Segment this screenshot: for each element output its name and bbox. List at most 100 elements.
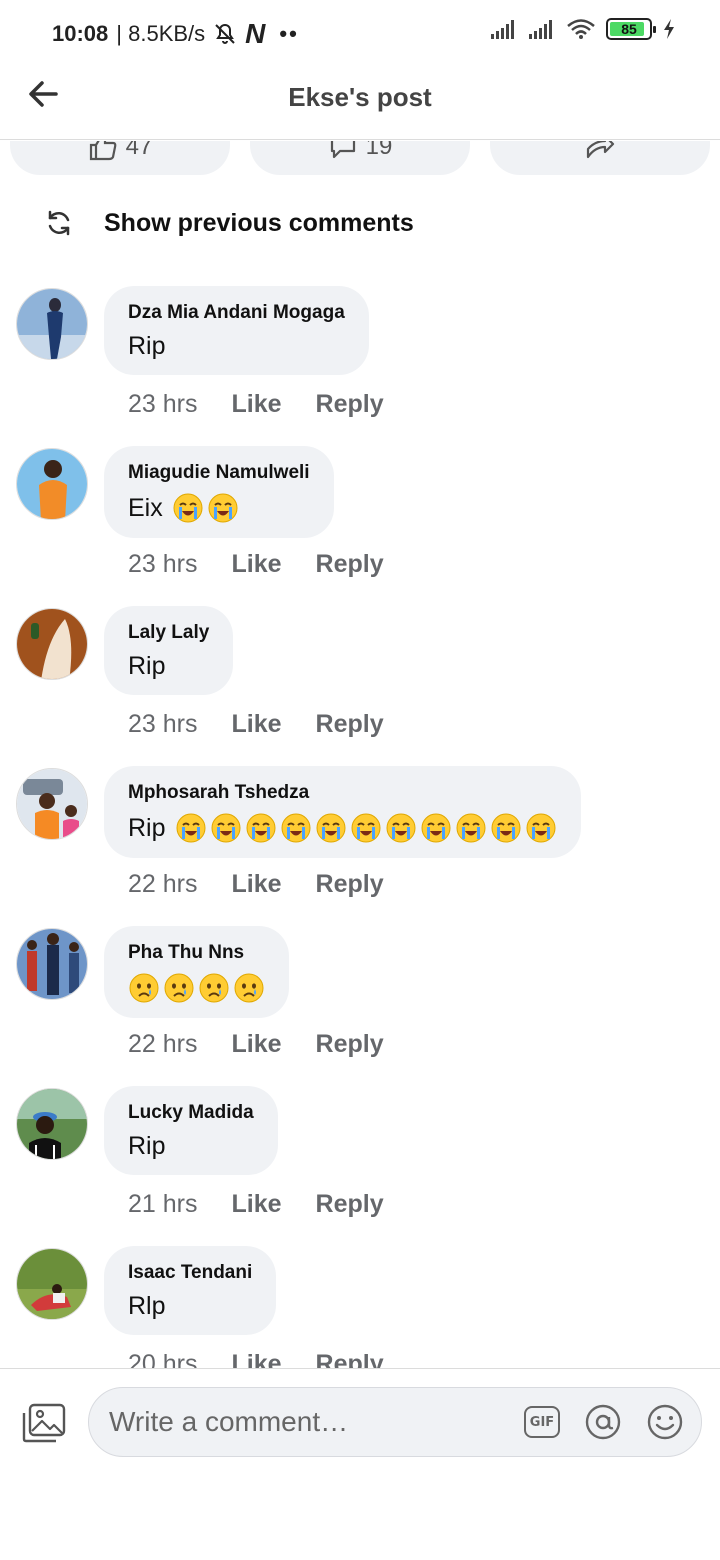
- emoji-group: [125, 972, 265, 1004]
- comment-meta: 23 hrs Like Reply: [128, 390, 384, 419]
- comment-bubble[interactable]: Pha Thu Nns: [104, 926, 289, 1018]
- comment-author[interactable]: Miagudie Namulweli: [128, 462, 310, 484]
- comment-time: 23 hrs: [128, 710, 198, 738]
- charging-icon: [664, 19, 674, 39]
- sad-face-emoji-icon: [164, 973, 194, 1003]
- crying-face-emoji-icon: [246, 813, 276, 843]
- reply-button[interactable]: Reply: [316, 1030, 384, 1059]
- comment-author[interactable]: Isaac Tendani: [128, 1262, 252, 1284]
- composer-icons: GIF: [524, 1403, 684, 1441]
- like-button[interactable]: Like: [231, 550, 281, 579]
- comment-author[interactable]: Mphosarah Tshedza: [128, 782, 557, 804]
- status-bar: 10:08 | 8.5KB/s N •• 85: [0, 0, 720, 64]
- status-right: 85: [490, 18, 676, 40]
- crying-face-emoji-icon: [526, 813, 556, 843]
- like-button[interactable]: Like: [231, 390, 281, 419]
- reply-button[interactable]: Reply: [316, 870, 384, 899]
- comment-time: 22 hrs: [128, 870, 198, 898]
- comment-bubble[interactable]: Mphosarah Tshedza Rip: [104, 766, 581, 858]
- reaction-bar: 47 19: [0, 141, 720, 177]
- comment-meta: 20 hrs Like Reply: [128, 1350, 384, 1368]
- mention-icon[interactable]: [584, 1403, 622, 1441]
- avatar[interactable]: [16, 448, 88, 520]
- comment-author[interactable]: Lucky Madida: [128, 1102, 254, 1124]
- comment-item: Miagudie Namulweli Eix 23 hrs Like Reply: [0, 446, 720, 606]
- gif-icon[interactable]: GIF: [524, 1406, 560, 1438]
- share-button[interactable]: [490, 141, 710, 175]
- comment-item: Isaac Tendani Rlp 20 hrs Like Reply: [0, 1246, 720, 1368]
- like-button[interactable]: Like: [231, 710, 281, 739]
- comment-item: Laly Laly Rip 23 hrs Like Reply: [0, 606, 720, 766]
- comment-bubble-icon: [330, 141, 355, 159]
- like-button[interactable]: Like: [231, 1030, 281, 1059]
- comment-item: Pha Thu Nns 22 hrs Like Reply: [0, 926, 720, 1086]
- comment-composer: GIF: [0, 1368, 720, 1560]
- avatar[interactable]: [16, 768, 88, 840]
- reply-button[interactable]: Reply: [316, 710, 384, 739]
- page-title: Ekse's post: [288, 82, 432, 112]
- like-button[interactable]: Like: [231, 1190, 281, 1219]
- show-previous-label: Show previous comments: [104, 208, 414, 237]
- header: Ekse's post: [0, 64, 720, 140]
- status-left: 10:08 | 8.5KB/s N ••: [52, 18, 299, 50]
- comment-bubble[interactable]: Miagudie Namulweli Eix: [104, 446, 334, 538]
- comment-author[interactable]: Pha Thu Nns: [128, 942, 265, 964]
- comment-bubble[interactable]: Isaac Tendani Rlp: [104, 1246, 277, 1335]
- avatar[interactable]: [16, 1088, 88, 1160]
- crying-face-emoji-icon: [421, 813, 451, 843]
- show-previous-comments-button[interactable]: Show previous comments: [44, 208, 414, 238]
- comment-time: 23 hrs: [128, 390, 198, 418]
- refresh-icon: [48, 210, 70, 236]
- comment-time: 23 hrs: [128, 550, 198, 578]
- comment-text: Rlp: [128, 1292, 252, 1321]
- comment-time: 20 hrs: [128, 1350, 198, 1368]
- status-speed: | 8.5KB/s: [116, 21, 206, 46]
- crying-face-emoji-icon: [208, 493, 238, 523]
- battery-level: 85: [621, 21, 637, 37]
- comment-text-content: Rip: [128, 813, 166, 842]
- crying-face-emoji-icon: [316, 813, 346, 843]
- emoji-icon[interactable]: [646, 1403, 684, 1441]
- comment-count: 19: [365, 141, 393, 160]
- reply-button[interactable]: Reply: [316, 1190, 384, 1219]
- like-button[interactable]: Like: [231, 870, 281, 899]
- reply-button[interactable]: Reply: [316, 1350, 384, 1368]
- signal-icon-2: [529, 20, 552, 39]
- battery-icon: 85: [606, 18, 656, 40]
- comment-meta: 21 hrs Like Reply: [128, 1190, 384, 1219]
- reply-button[interactable]: Reply: [316, 390, 384, 419]
- like-count-button[interactable]: 47: [10, 141, 230, 175]
- comment-bubble[interactable]: Lucky Madida Rip: [104, 1086, 278, 1175]
- comment-author[interactable]: Dza Mia Andani Mogaga: [128, 302, 345, 324]
- comment-text-content: Eix: [128, 493, 163, 522]
- comment-meta: 23 hrs Like Reply: [128, 710, 384, 739]
- comment-author[interactable]: Laly Laly: [128, 622, 209, 644]
- sad-face-emoji-icon: [199, 973, 229, 1003]
- share-arrow-icon: [586, 141, 615, 159]
- like-button[interactable]: Like: [231, 1350, 281, 1368]
- comment-count-button[interactable]: 19: [250, 141, 470, 175]
- wifi-icon: [567, 19, 595, 39]
- comment-text: Rip: [128, 332, 345, 361]
- comment-item: Mphosarah Tshedza Rip 22 hrs Like Reply: [0, 766, 720, 926]
- sad-face-emoji-icon: [234, 973, 264, 1003]
- avatar[interactable]: [16, 1248, 88, 1320]
- crying-face-emoji-icon: [456, 813, 486, 843]
- avatar[interactable]: [16, 608, 88, 680]
- avatar[interactable]: [16, 928, 88, 1000]
- comment-bubble[interactable]: Dza Mia Andani Mogaga Rip: [104, 286, 369, 375]
- comments-list: Dza Mia Andani Mogaga Rip 23 hrs Like Re…: [0, 286, 720, 1368]
- emoji-group: [172, 812, 557, 844]
- crying-face-emoji-icon: [176, 813, 206, 843]
- avatar[interactable]: [16, 288, 88, 360]
- reply-button[interactable]: Reply: [316, 550, 384, 579]
- comment-time: 21 hrs: [128, 1190, 198, 1218]
- emoji-group: [169, 492, 239, 524]
- crying-face-emoji-icon: [211, 813, 241, 843]
- photo-icon[interactable]: [22, 1403, 66, 1443]
- comment-meta: 22 hrs Like Reply: [128, 870, 384, 899]
- comment-bubble[interactable]: Laly Laly Rip: [104, 606, 234, 695]
- comment-text-content: Rlp: [128, 1292, 166, 1320]
- comment-text: Eix: [128, 492, 310, 524]
- notification-app-icon: N: [245, 18, 265, 49]
